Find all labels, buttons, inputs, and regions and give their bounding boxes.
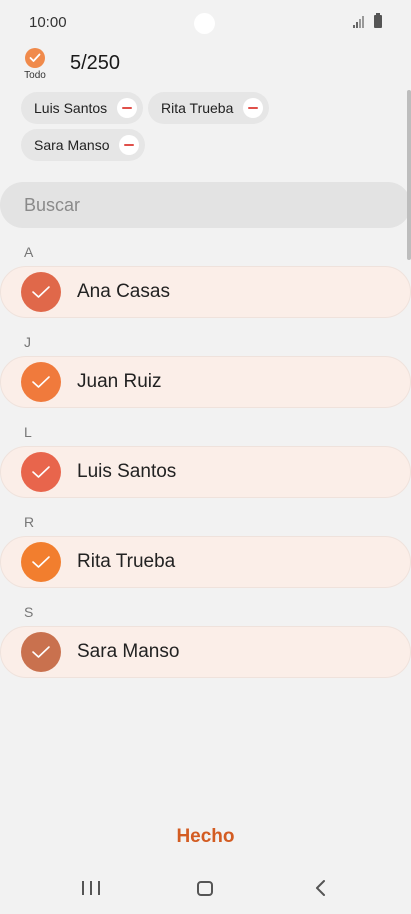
section-letter: A [24, 244, 34, 260]
recents-icon[interactable] [82, 881, 100, 897]
chip-label: Luis Santos [34, 100, 108, 116]
check-icon [21, 542, 61, 582]
status-bar: 10:00 [0, 0, 411, 46]
contact-row[interactable]: Ana Casas [0, 266, 411, 318]
search-input[interactable] [0, 182, 411, 228]
remove-icon[interactable] [243, 98, 264, 118]
chip-rita-trueba: Rita Trueba [148, 92, 270, 124]
chip-luis-santos: Luis Santos [21, 92, 144, 124]
contact-name: Juan Ruiz [77, 371, 162, 392]
back-icon[interactable] [314, 879, 326, 897]
select-all-label: Todo [24, 70, 46, 81]
battery-icon [374, 13, 382, 28]
contact-row[interactable]: Juan Ruiz [0, 356, 411, 408]
front-camera [194, 13, 215, 34]
done-button[interactable]: Hecho [0, 826, 411, 848]
selection-count: 5/250 [70, 52, 121, 74]
chip-label: Rita Trueba [161, 100, 234, 116]
contact-name: Ana Casas [77, 281, 170, 302]
select-all-checkbox[interactable]: Todo [22, 48, 48, 81]
signal-icon [353, 16, 364, 28]
check-icon [21, 362, 61, 402]
contact-name: Luis Santos [77, 461, 177, 482]
check-icon [21, 452, 61, 492]
scrollbar[interactable] [407, 90, 411, 260]
check-icon [25, 48, 45, 68]
section-letter: L [24, 424, 32, 440]
section-letter: S [24, 604, 34, 620]
chip-sara-manso: Sara Manso [21, 129, 146, 161]
navigation-bar [0, 866, 411, 914]
contact-row[interactable]: Sara Manso [0, 626, 411, 678]
contact-row[interactable]: Luis Santos [0, 446, 411, 498]
contact-name: Rita Trueba [77, 551, 176, 572]
check-icon [21, 272, 61, 312]
remove-icon[interactable] [117, 98, 138, 118]
section-letter: J [24, 334, 31, 350]
home-icon[interactable] [197, 881, 213, 896]
contact-row[interactable]: Rita Trueba [0, 536, 411, 588]
remove-icon[interactable] [119, 135, 140, 155]
chip-label: Sara Manso [34, 137, 110, 153]
check-icon [21, 632, 61, 672]
contact-name: Sara Manso [77, 641, 180, 662]
status-time: 10:00 [29, 14, 67, 31]
section-letter: R [24, 514, 35, 530]
